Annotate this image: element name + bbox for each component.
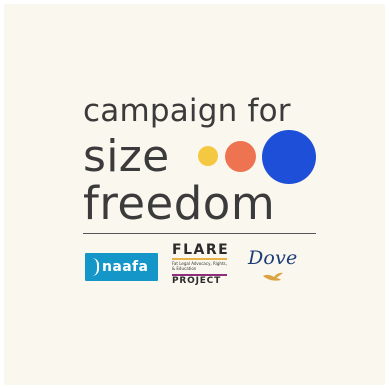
canvas: campaign for size freedom naafa FLARE Fa… [0, 0, 389, 389]
naafa-logo-text: naafa [102, 259, 149, 275]
flare-accent-bar [172, 258, 227, 260]
naafa-bracket-icon [92, 258, 99, 276]
naafa-logo: naafa [85, 253, 158, 281]
flare-logo-project: PROJECT [172, 276, 222, 286]
headline-line-1: campaign for [83, 93, 291, 129]
orange-dot-icon [225, 141, 256, 172]
dove-logo-text: Dove [248, 247, 298, 269]
flare-logo-title: FLARE [172, 242, 230, 258]
divider [83, 233, 316, 234]
headline-line-2: size [83, 131, 170, 182]
dove-logo: Dove [248, 247, 304, 287]
flare-logo-subtitle: Fat Legal Advocacy, Rights, & Education [172, 261, 227, 271]
headline-line-3: freedom [83, 177, 276, 230]
blue-dot-icon [262, 130, 316, 184]
yellow-dot-icon [198, 146, 218, 166]
flare-project-logo: FLARE Fat Legal Advocacy, Rights, & Educ… [172, 243, 230, 288]
dove-bird-icon [263, 272, 283, 281]
